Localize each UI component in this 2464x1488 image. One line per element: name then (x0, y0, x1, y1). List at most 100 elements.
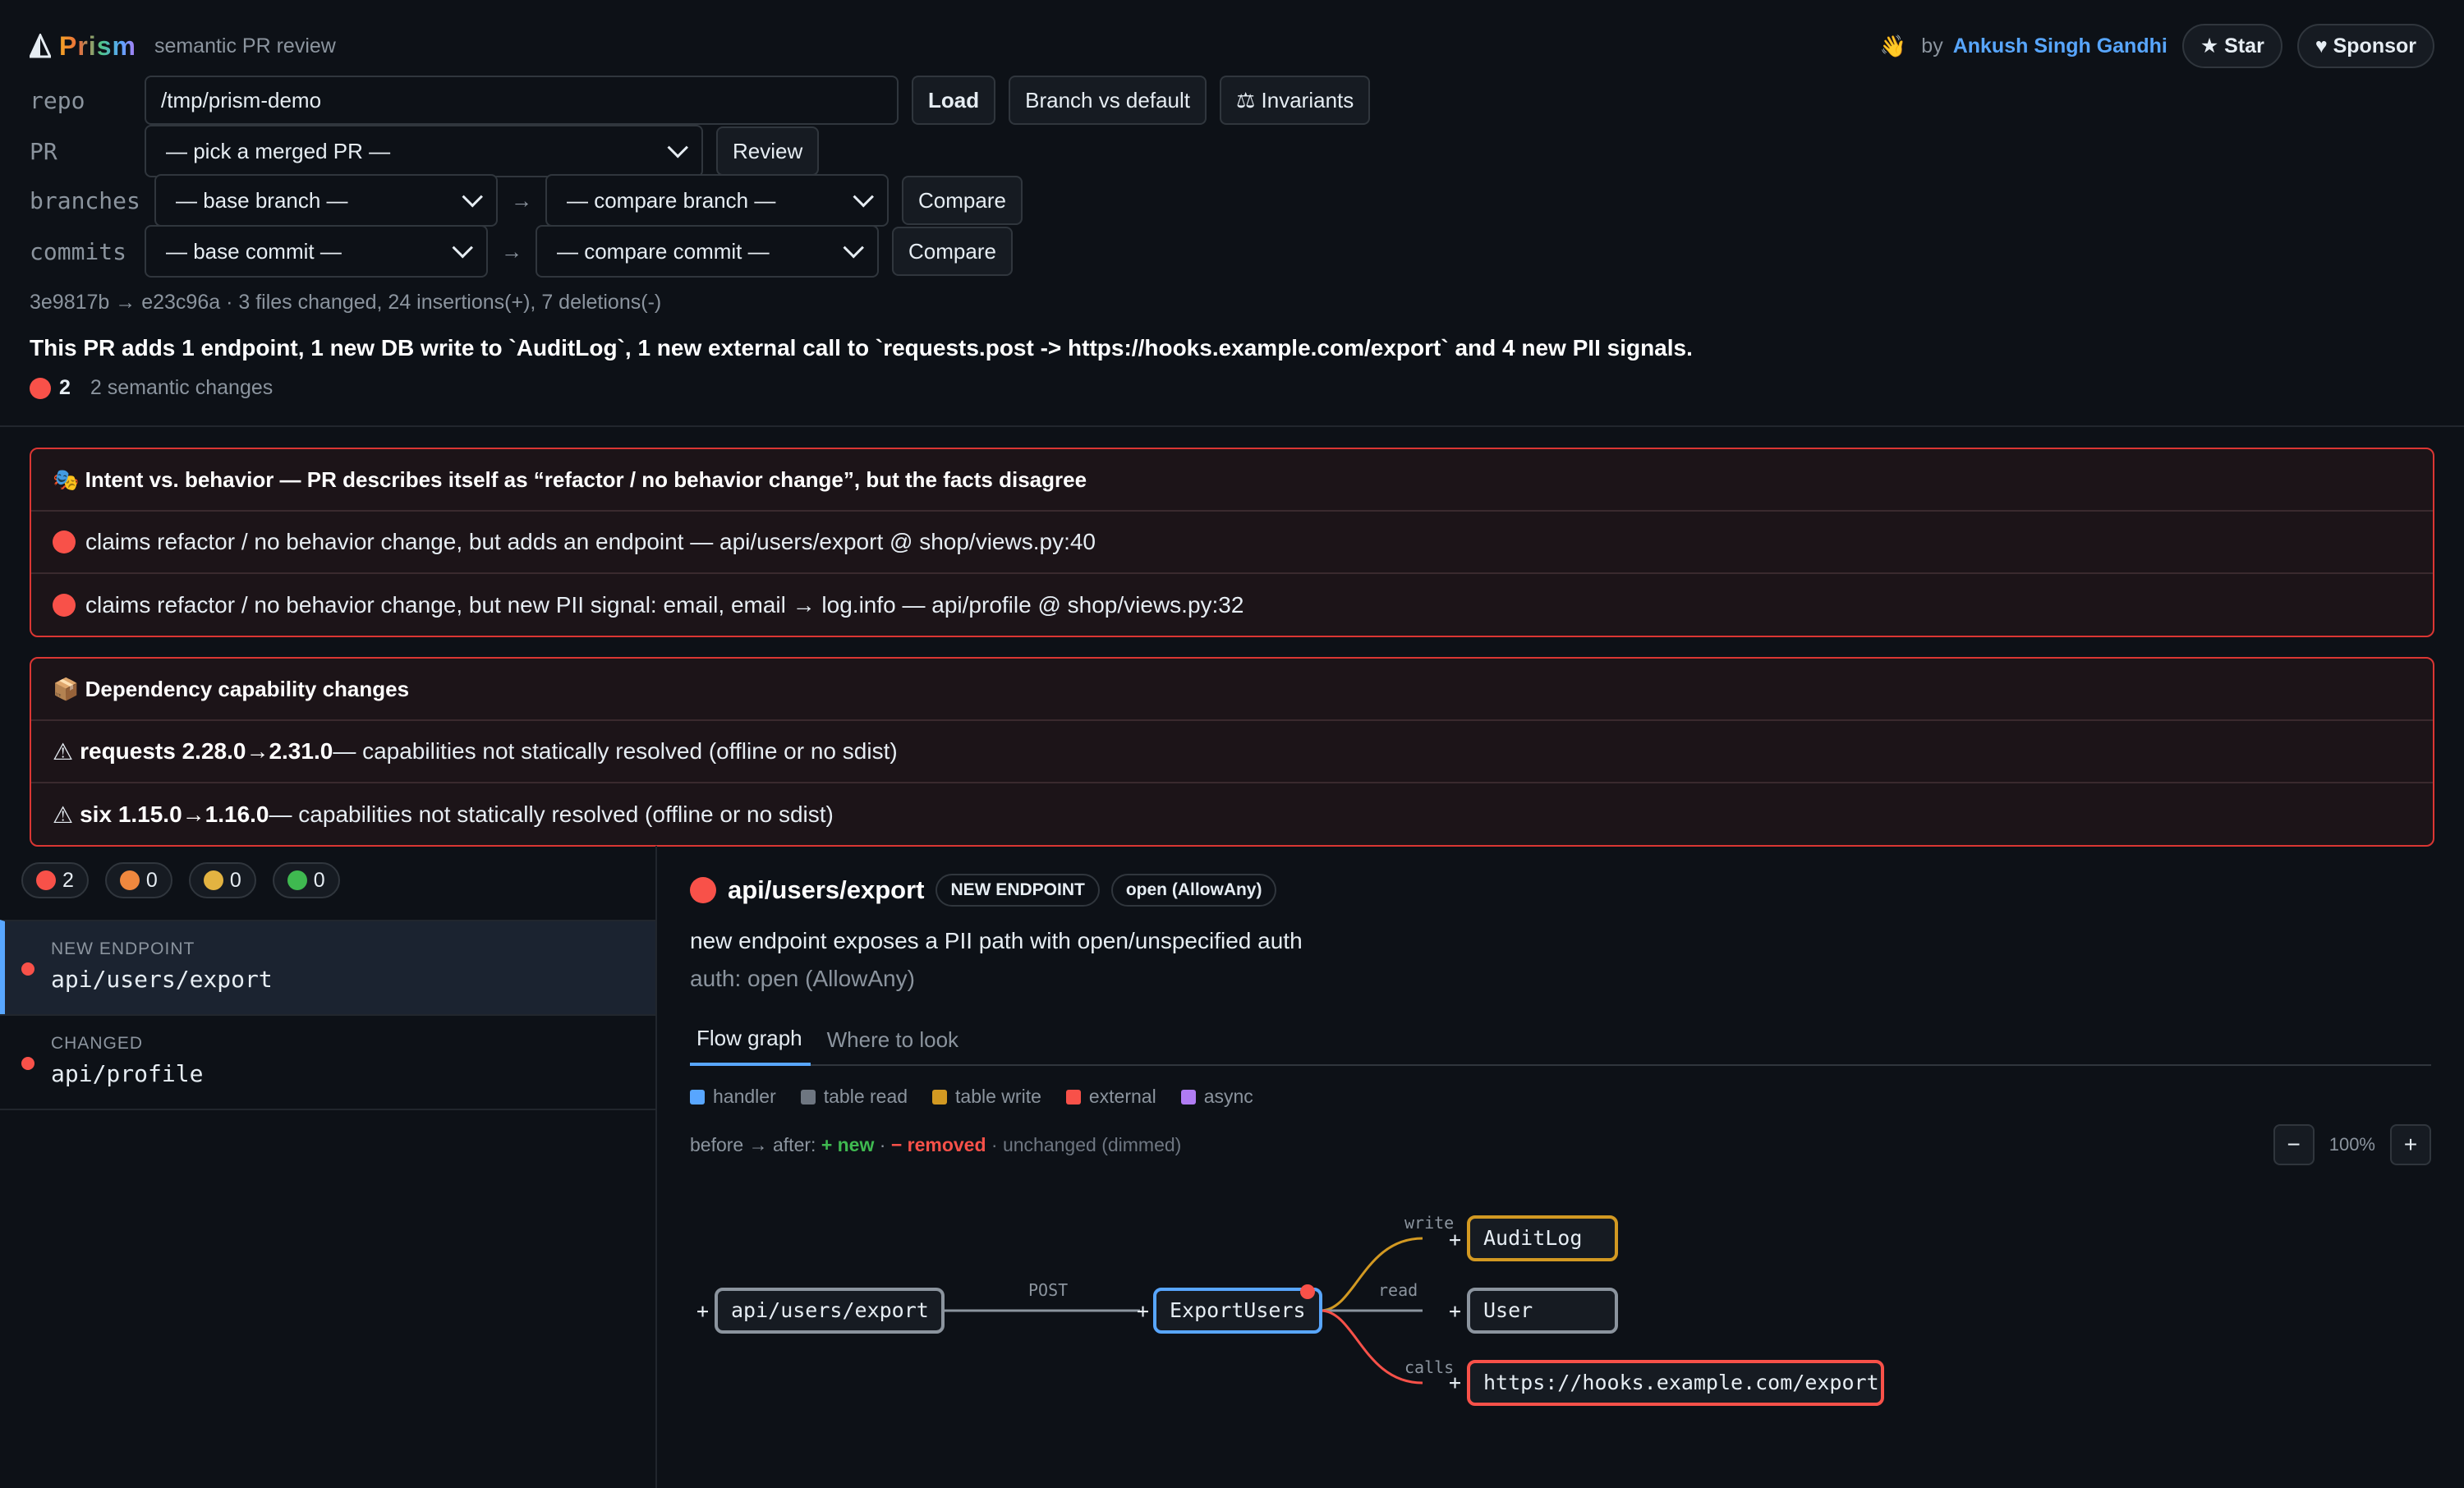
diff-key-unchanged: · unchanged (dimmed) (986, 1133, 1182, 1155)
zoom-out-button[interactable]: − (2273, 1124, 2315, 1165)
list-item[interactable]: CHANGED api/profile (0, 1014, 655, 1109)
dependency-row[interactable]: ⚠ six 1.15.0→1.16.0 — capabilities not s… (31, 783, 2433, 845)
legend-swatch (690, 1089, 705, 1105)
top-bar: Prism semantic PR review 👋 by Ankush Sin… (30, 23, 2434, 69)
legend-item: table read (800, 1086, 908, 1108)
compare-commit-select[interactable]: — compare commit — (536, 225, 879, 278)
base-branch-select[interactable]: — base branch — (154, 174, 498, 227)
legend-label: async (1203, 1086, 1253, 1107)
legend-swatch (1065, 1089, 1081, 1105)
item-kind: CHANGED (51, 1034, 144, 1053)
legend-item: async (1180, 1086, 1253, 1108)
compare-commit-value: — compare commit — (557, 238, 770, 264)
by-label: by (1921, 34, 1943, 57)
legend-label: handler (713, 1086, 776, 1107)
node-auditlog[interactable]: AuditLog (1467, 1215, 1618, 1261)
filter-count: 0 (145, 868, 158, 892)
node-label: api/users/export (731, 1298, 929, 1322)
legend-item: handler (690, 1086, 776, 1108)
compare-branch-select[interactable]: — compare branch — (545, 174, 889, 227)
brand-name[interactable]: Prism (59, 31, 136, 62)
load-button[interactable]: Load (912, 76, 996, 125)
star-button[interactable]: ★ Star (2181, 24, 2282, 68)
author-link[interactable]: Ankush Singh Gandhi (1953, 34, 2167, 58)
red-circle-icon (53, 594, 76, 617)
dependency-row[interactable]: ⚠ requests 2.28.0→2.31.0 — capabilities … (31, 721, 2433, 783)
red-circle-icon (53, 530, 76, 553)
base-commit-value: — base commit — (166, 238, 342, 264)
node-endpoint[interactable]: api/users/export (715, 1288, 945, 1334)
green-circle-icon (287, 870, 307, 890)
chevron-down-icon (462, 186, 483, 208)
tab-flow-graph[interactable]: Flow graph (690, 1026, 811, 1066)
branches-label: branches (30, 186, 140, 214)
red-circle-icon (690, 877, 716, 903)
pr-select-value: — pick a merged PR — (166, 138, 391, 163)
commits-label: commits (30, 237, 127, 265)
node-handler[interactable]: ExportUsers (1153, 1284, 1322, 1334)
legend-item: external (1065, 1086, 1156, 1108)
filter-count: 0 (313, 868, 325, 892)
sponsor-button[interactable]: ♥ Sponsor (2296, 24, 2434, 68)
node-user[interactable]: User (1467, 1288, 1618, 1334)
auth-badge: open (AllowAny) (1110, 874, 1277, 907)
chevron-down-icon (843, 237, 864, 259)
pr-select[interactable]: — pick a merged PR — (145, 125, 703, 177)
intent-row[interactable]: claims refactor / no behavior change, bu… (31, 574, 2433, 636)
repo-row: repo /tmp/prism-demo Load Branch vs defa… (30, 76, 1371, 125)
legend-item: table write (932, 1086, 1041, 1108)
prism-logo-icon (30, 34, 51, 58)
edge-label-calls: calls (1404, 1357, 1454, 1377)
yellow-circle-icon (203, 870, 223, 890)
wave-icon: 👋 (1879, 33, 1907, 58)
chevron-down-icon (667, 137, 688, 158)
tab-where-to-look[interactable]: Where to look (821, 1027, 967, 1064)
flow-graph[interactable]: POST write read calls + + + + + api/user… (690, 1183, 1922, 1429)
invariants-button[interactable]: ⚖ Invariants (1220, 76, 1371, 125)
legend-label: table write (955, 1086, 1041, 1107)
severity-filters: 2 0 0 0 (0, 846, 655, 920)
red-circle-icon (36, 870, 56, 890)
divider (0, 1109, 655, 1110)
filter-medium[interactable]: 0 (188, 862, 256, 898)
new-endpoint-badge: NEW ENDPOINT (935, 874, 1100, 907)
node-label: User (1483, 1298, 1533, 1322)
compare-branches-button[interactable]: Compare (902, 176, 1023, 225)
node-external[interactable]: https://hooks.example.com/export (1467, 1360, 1884, 1406)
item-kind: NEW ENDPOINT (51, 939, 195, 958)
edge-label-read: read (1378, 1280, 1418, 1300)
filter-critical[interactable]: 2 (21, 862, 89, 898)
intent-row[interactable]: claims refactor / no behavior change, bu… (31, 512, 2433, 574)
pr-row: PR — pick a merged PR — Review (30, 125, 820, 177)
filter-count: 2 (62, 868, 74, 892)
detail-description: new endpoint exposes a PII path with ope… (690, 928, 1303, 953)
severity-count: 2 (59, 376, 71, 399)
filter-high[interactable]: 0 (104, 862, 172, 898)
node-label: AuditLog (1483, 1226, 1582, 1250)
compare-commits-button[interactable]: Compare (892, 227, 1013, 276)
branches-row: branches — base branch — → — compare bra… (30, 174, 1023, 227)
chevron-down-icon (853, 186, 874, 208)
intent-panel: 🎭 Intent vs. behavior — PR describes its… (30, 448, 2434, 637)
added-marker: + (1449, 1371, 1461, 1394)
pr-label: PR (30, 137, 57, 165)
edge-label-write: write (1404, 1213, 1454, 1233)
diff-key-prefix: before → after: (690, 1133, 821, 1155)
dependency-package: requests 2.28.0→2.31.0 (80, 738, 333, 764)
alert-dot (1300, 1284, 1315, 1299)
diffstat: 3e9817b → e23c96a · 3 files changed, 24 … (30, 291, 662, 314)
diff-key: before → after: + new · − removed · unch… (690, 1134, 1181, 1156)
severity-text: 2 semantic changes (90, 376, 274, 399)
branch-vs-default-button[interactable]: Branch vs default (1009, 76, 1207, 125)
filter-low[interactable]: 0 (272, 862, 340, 898)
red-circle-icon (30, 377, 51, 399)
intent-row-text: claims refactor / no behavior change, bu… (85, 529, 1096, 554)
base-commit-select[interactable]: — base commit — (145, 225, 488, 278)
changes-sidebar: 2 0 0 0 NEW ENDPOINT api/users/export CH… (0, 846, 657, 1488)
list-item[interactable]: NEW ENDPOINT api/users/export (0, 920, 655, 1014)
intent-panel-title: 🎭 Intent vs. behavior — PR describes its… (31, 449, 2433, 512)
zoom-in-button[interactable]: + (2390, 1124, 2431, 1165)
repo-input[interactable]: /tmp/prism-demo (145, 76, 899, 125)
dependency-panel: 📦 Dependency capability changes ⚠ reques… (30, 657, 2434, 847)
review-button[interactable]: Review (716, 126, 820, 176)
